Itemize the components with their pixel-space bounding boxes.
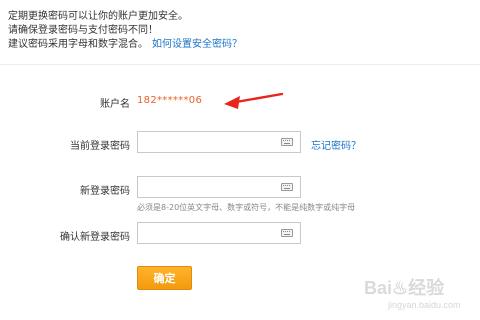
forgot-password-link[interactable]: 忘记密码？ [311,137,361,152]
account-name-value: 182******06 [137,95,203,106]
tip-line-3: 建议密码采用字母和数字混合。 如何设置安全密码？ [8,38,242,52]
account-label: 账户名 [100,99,130,110]
confirm-password-field[interactable] [137,222,301,244]
new-password-label: 新登录密码 [80,186,130,197]
keyboard-icon[interactable] [281,138,293,146]
confirm-password-input[interactable] [138,223,284,243]
new-password-hint: 必须是8-20位英文字母、数字或符号，不能是纯数字或纯字母 [137,203,356,212]
current-password-label: 当前登录密码 [70,141,130,152]
current-password-input[interactable] [138,132,284,152]
tip-line-3-text: 建议密码采用字母和数字混合。 [8,39,148,50]
keyboard-icon[interactable] [281,183,293,191]
secure-password-help-link[interactable]: 如何设置安全密码？ [152,39,242,50]
tip-line-1: 定期更换密码可以让你的账户更加安全。 [8,11,188,22]
divider [0,64,480,65]
current-password-field[interactable] [137,131,301,153]
watermark-subtext: jingyan.baidu.com [388,300,461,310]
confirm-button[interactable]: 确定 [137,266,192,290]
new-password-input[interactable] [138,177,284,197]
confirm-password-label: 确认新登录密码 [60,232,130,243]
new-password-field[interactable] [137,176,301,198]
watermark-logo: Bai♨经验 jingyan.baidu.com [364,274,478,318]
tip-line-2: 请确保登录密码与支付密码不同！ [8,25,158,36]
red-arrow-icon [224,92,284,109]
security-tips: 定期更换密码可以让你的账户更加安全。 请确保登录密码与支付密码不同！ 建议密码采… [8,10,242,52]
change-password-page: 定期更换密码可以让你的账户更加安全。 请确保登录密码与支付密码不同！ 建议密码采… [0,0,480,320]
keyboard-icon[interactable] [281,229,293,237]
watermark-text: Bai♨经验 [364,278,445,298]
